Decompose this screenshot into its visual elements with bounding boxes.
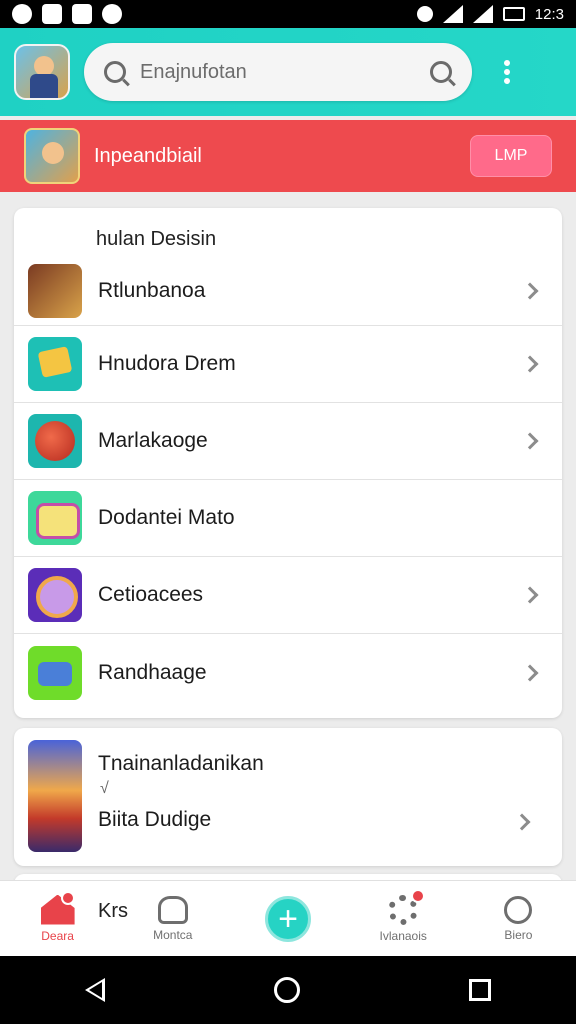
list-item-label: Dodantei Mato (98, 506, 235, 529)
status-right: 12:3 (416, 5, 564, 23)
list-item[interactable]: Cetioacees (14, 557, 562, 634)
avatar[interactable] (14, 44, 70, 100)
home-badge (61, 891, 76, 905)
featured-thumbnail (28, 740, 82, 852)
back-icon[interactable] (84, 978, 105, 1002)
nav-settings-label: Ivlanaois (379, 928, 427, 943)
system-navigation-bar (0, 956, 576, 1024)
battery-icon (502, 7, 525, 21)
list-item[interactable]: Randhaage (14, 634, 562, 711)
nav-people-label: Montca (153, 927, 193, 942)
promo-button[interactable]: LMP (470, 135, 552, 177)
list-item[interactable]: Dodantei Mato (14, 480, 562, 557)
list-item-label: Hnudora Drem (98, 352, 236, 375)
promo-thumbnail (24, 128, 80, 184)
nav-krs-label: Krs (98, 900, 128, 922)
alarm-icon (416, 6, 433, 22)
photo-icon (72, 4, 92, 24)
list-item-label: Cetioacees (98, 583, 204, 606)
search-bar[interactable]: Enajnufotan (84, 43, 472, 101)
more-options-icon[interactable] (494, 52, 520, 92)
nav-home-label: Deara (41, 928, 74, 943)
signal-icon (472, 5, 493, 23)
search-input[interactable]: Enajnufotan (140, 61, 430, 84)
featured-card[interactable]: Tnainanladanikan √ Biita Dudige (14, 728, 562, 866)
featured-subtitle: Biita Dudige (98, 808, 212, 831)
nav-settings[interactable]: Ivlanaois (346, 881, 461, 956)
list-item-label: Rtlunbanoa (98, 278, 206, 302)
top-app-bar: Enajnufotan (0, 28, 576, 116)
featured-body: Tnainanladanikan √ Biita Dudige (98, 740, 544, 854)
wifi-icon (442, 5, 463, 23)
people-icon (157, 895, 188, 924)
list-header: hulan Desisin (96, 228, 217, 250)
info-icon (102, 4, 122, 24)
nav-add[interactable]: + (230, 881, 345, 956)
settings-badge (410, 889, 425, 903)
promo-title: Inpeandbiail (94, 144, 202, 167)
add-button[interactable]: + (265, 895, 311, 942)
list-item-label: Marlakaoge (98, 429, 208, 452)
list-item[interactable]: Rtlunbanoa (14, 256, 562, 326)
list-item-label: Randhaage (98, 660, 207, 684)
list-item[interactable]: Hnudora Drem (14, 326, 562, 403)
chevron-right-icon (521, 282, 539, 299)
notification-icon (42, 4, 62, 24)
nav-search-label: Biero (504, 927, 533, 942)
search-icon (504, 895, 533, 924)
featured-item[interactable]: Tnainanladanikan √ Biita Dudige (14, 728, 562, 866)
recent-apps-icon[interactable] (469, 979, 492, 1001)
chevron-right-icon (521, 664, 539, 681)
chevron-right-icon (521, 586, 539, 604)
bottom-navigation: Deara Montca + Ivlanaois Biero (0, 880, 576, 956)
game-thumbnail (28, 337, 82, 391)
nav-search[interactable]: Biero (461, 881, 576, 956)
game-thumbnail (28, 491, 82, 545)
game-thumbnail (28, 414, 82, 468)
home-circle-icon[interactable] (273, 977, 300, 1003)
search-icon (104, 61, 126, 83)
status-left (12, 4, 122, 24)
game-thumbnail (28, 263, 82, 318)
nav-people[interactable]: Montca (115, 881, 230, 956)
chevron-right-icon (521, 355, 539, 373)
game-thumbnail (28, 568, 82, 622)
promo-banner[interactable]: Inpeandbiail LMP (0, 120, 576, 192)
search-submit-icon[interactable] (430, 61, 452, 83)
app-notification-icon (12, 4, 32, 24)
chevron-right-icon (521, 432, 539, 450)
status-bar: 12:3 (0, 0, 576, 28)
featured-title: Tnainanladanikan (98, 752, 264, 775)
game-thumbnail (28, 645, 82, 700)
status-time: 12:3 (534, 5, 564, 23)
list-item[interactable]: Marlakaoge (14, 403, 562, 480)
check-icon: √ (100, 780, 109, 797)
game-list-card: hulan Desisin Rtlunbanoa Hnudora Drem Ma… (14, 208, 562, 718)
